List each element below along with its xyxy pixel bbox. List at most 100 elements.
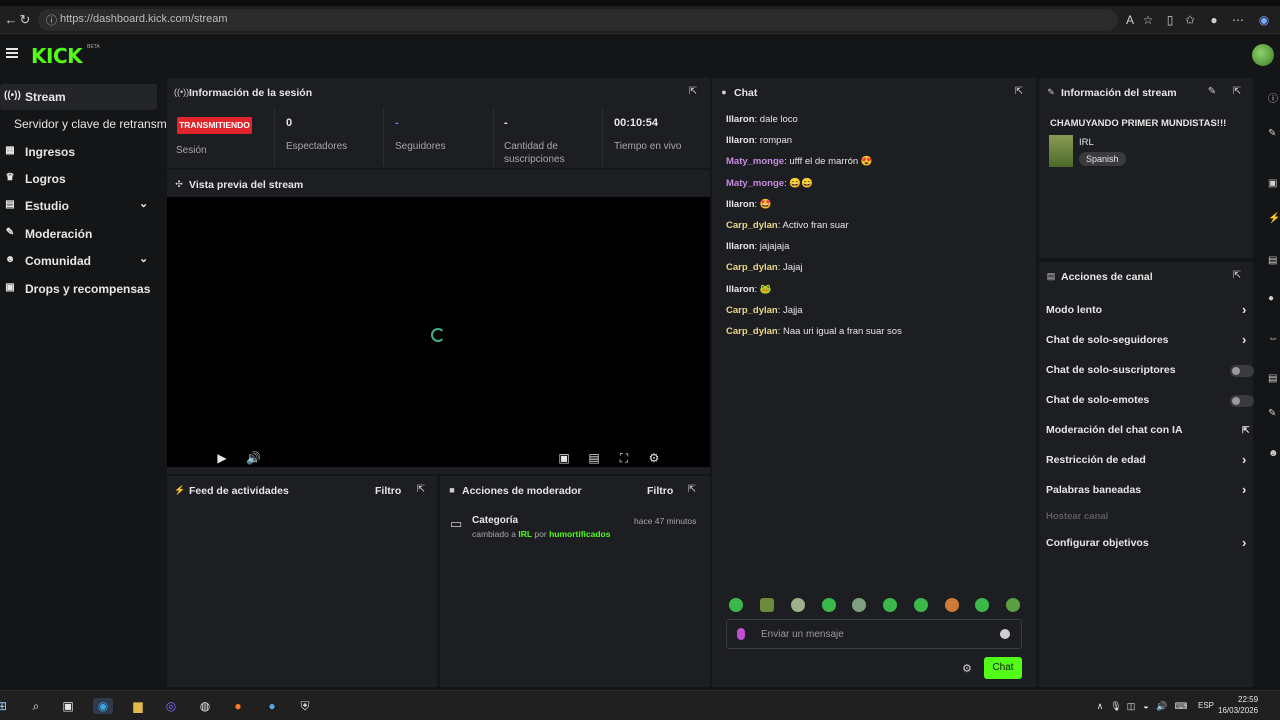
app-icon[interactable]: ●	[264, 698, 280, 714]
emote-icon[interactable]	[760, 598, 774, 612]
kick-logo[interactable]: KICK	[31, 44, 83, 68]
popout-icon[interactable]: ⇱	[686, 484, 698, 496]
chat-username[interactable]: Illaron	[726, 284, 755, 295]
emote-icon[interactable]	[729, 598, 743, 612]
play-icon[interactable]: ▶	[215, 451, 229, 465]
popout-icon[interactable]: ⇱	[1231, 270, 1243, 282]
edge-browser-icon[interactable]: ◉	[93, 698, 113, 714]
theater-mode-icon[interactable]: ▤	[587, 451, 601, 465]
age-restriction-row[interactable]: Restricción de edad ›	[1046, 451, 1252, 471]
emotes-only-toggle[interactable]	[1230, 395, 1254, 407]
chat-username[interactable]: Illaron	[726, 199, 755, 210]
chat-username[interactable]: Carp_dylan	[726, 305, 778, 316]
emote-icon[interactable]	[975, 598, 989, 612]
sidebar-item-stream-key[interactable]: Servidor y clave de retransmisión	[0, 111, 166, 137]
sidebar-item-estudio[interactable]: ▤ Estudio ⌄	[0, 193, 157, 219]
filter-button[interactable]: Filtro	[375, 485, 401, 497]
windows-start-icon[interactable]: ⊞	[0, 698, 10, 714]
banned-words-row[interactable]: Palabras baneadas ›	[1046, 481, 1252, 501]
video-player[interactable]: ▶ 🔊 ▣ ▤ ⛶ ⚙	[167, 197, 710, 467]
split-screen-icon[interactable]: ▯	[1162, 12, 1178, 28]
popout-icon[interactable]: ⇱	[415, 484, 427, 496]
refresh-icon[interactable]: ↻	[16, 11, 34, 29]
chat-username[interactable]: Carp_dylan	[726, 326, 778, 337]
chat-username[interactable]: Maty_monge	[726, 178, 784, 189]
input-language[interactable]: ESP	[1198, 701, 1214, 710]
chat-username[interactable]: Illaron	[726, 241, 755, 252]
search-icon[interactable]: ⌕	[28, 698, 44, 714]
tool-icon[interactable]: ▤	[1268, 255, 1280, 267]
sidebar-item-ingresos[interactable]: ▦ Ingresos	[0, 139, 157, 165]
popout-icon[interactable]: ⇱	[1231, 86, 1243, 98]
entry-user-link[interactable]: humortificados	[549, 529, 610, 539]
chat-bubble-icon[interactable]: ●	[1268, 293, 1280, 305]
firefox-icon[interactable]: ●	[230, 698, 246, 714]
wrench-icon[interactable]: ✎	[1268, 408, 1280, 420]
chat-username[interactable]: Illaron	[726, 114, 755, 125]
slow-mode-row[interactable]: Modo lento ›	[1046, 301, 1252, 321]
hamburger-menu-icon[interactable]	[6, 48, 18, 58]
tool-icon[interactable]: ⇔	[1268, 333, 1280, 345]
chat-username[interactable]: Carp_dylan	[726, 262, 778, 273]
sidebar-item-drops[interactable]: ▣ Drops y recompensas	[0, 276, 157, 302]
followers-only-row[interactable]: Chat de solo-seguidores ›	[1046, 331, 1252, 351]
sidebar-item-comunidad[interactable]: ☻ Comunidad ⌄	[0, 248, 157, 274]
user-avatar[interactable]	[1252, 44, 1274, 66]
microphone-icon[interactable]	[737, 628, 745, 640]
volume-icon[interactable]: 🔊	[1154, 698, 1170, 714]
emote-icon[interactable]	[883, 598, 897, 612]
popout-icon[interactable]: ⇱	[687, 86, 699, 98]
tool-icon[interactable]: ⚡	[1268, 213, 1280, 225]
emote-icon[interactable]	[945, 598, 959, 612]
filter-button[interactable]: Filtro	[647, 485, 673, 497]
chat-username[interactable]: Maty_monge	[726, 156, 784, 167]
favorite-star-icon[interactable]: ☆	[1140, 12, 1156, 28]
microphone-icon[interactable]: 🎙	[1108, 698, 1124, 714]
category-thumbnail[interactable]	[1049, 135, 1073, 167]
emote-icon[interactable]	[1006, 598, 1020, 612]
tool-icon[interactable]: ▣	[1268, 178, 1280, 190]
read-aloud-icon[interactable]: A	[1122, 12, 1138, 28]
chevron-up-icon[interactable]: ∧	[1092, 698, 1108, 714]
fullscreen-icon[interactable]: ⛶	[617, 451, 631, 465]
emote-icon[interactable]	[822, 598, 836, 612]
address-bar[interactable]: ⓘ https://dashboard.kick.com/stream	[38, 9, 1118, 31]
chat-message-input[interactable]: Enviar un mensaje	[726, 619, 1022, 649]
stream-category[interactable]: IRL	[1079, 137, 1094, 148]
system-clock[interactable]: 22:59 16/03/2026	[1218, 694, 1258, 716]
info-icon[interactable]: ⓘ	[1268, 90, 1280, 105]
emoji-picker-icon[interactable]	[1000, 629, 1010, 639]
shield-icon[interactable]: ⛨	[297, 698, 313, 714]
sidebar-item-stream[interactable]: ((•)) Stream	[0, 84, 157, 110]
pencil-icon[interactable]: ✎	[1268, 128, 1280, 140]
people-icon[interactable]: ☻	[1268, 448, 1280, 460]
app-icon[interactable]: ◎	[163, 698, 179, 714]
entry-category-link[interactable]: IRL	[518, 529, 532, 539]
ai-moderation-row[interactable]: Moderación del chat con IA ⇱	[1046, 421, 1252, 441]
send-chat-button[interactable]: Chat	[984, 657, 1022, 679]
keyboard-icon[interactable]: ⌨	[1173, 698, 1189, 714]
edit-pencil-icon[interactable]: ✎	[1206, 86, 1218, 98]
emote-icon[interactable]	[914, 598, 928, 612]
pip-icon[interactable]: ▣	[557, 451, 571, 465]
sidebar-item-moderacion[interactable]: ✎ Moderación	[0, 221, 157, 247]
set-goals-row[interactable]: Configurar objetivos ›	[1046, 534, 1252, 554]
tray-icon[interactable]: ◫	[1123, 698, 1139, 714]
site-info-icon[interactable]: ⓘ	[46, 12, 57, 28]
more-menu-icon[interactable]: ⋯	[1230, 12, 1246, 28]
popout-icon[interactable]: ⇱	[1013, 86, 1025, 98]
favorites-icon[interactable]: ✩	[1182, 12, 1198, 28]
copilot-icon[interactable]: ◉	[1256, 12, 1272, 28]
emote-icon[interactable]	[791, 598, 805, 612]
tool-icon[interactable]: ▤	[1268, 373, 1280, 385]
chat-settings-gear-icon[interactable]: ⚙	[962, 662, 972, 675]
task-view-icon[interactable]: ▣	[60, 698, 76, 714]
sidebar-item-logros[interactable]: ♛ Logros	[0, 166, 157, 192]
profile-icon[interactable]: ●	[1206, 12, 1222, 28]
volume-icon[interactable]: 🔊	[246, 451, 261, 465]
subscribers-only-toggle[interactable]	[1230, 365, 1254, 377]
app-icon[interactable]: ◍	[197, 698, 213, 714]
file-explorer-icon[interactable]: ▆	[130, 698, 146, 714]
settings-gear-icon[interactable]: ⚙	[647, 451, 661, 465]
chat-username[interactable]: Illaron	[726, 135, 755, 146]
